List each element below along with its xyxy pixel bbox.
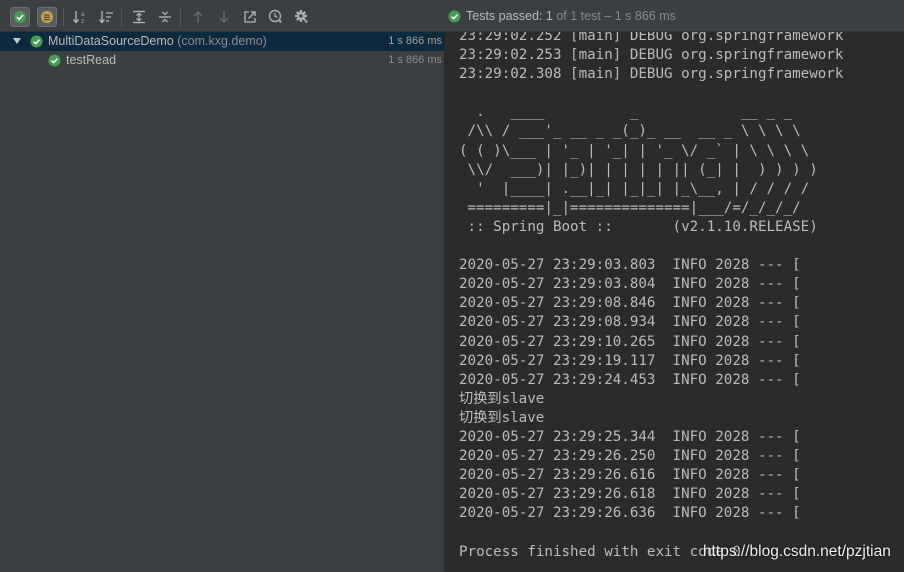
tests-passed-summary: Tests passed: 1 of 1 test – 1 s 866 ms	[466, 9, 676, 23]
console-line: 2020-05-27 23:29:08.934 INFO 2028 --- [	[459, 314, 801, 331]
console-line: \\/ ___)| |_)| | | | | || (_| | ) ) ) )	[459, 161, 818, 178]
test-class-duration: 1 s 866 ms	[388, 35, 442, 47]
status-suffix: of 1 test – 1 s 866 ms	[556, 9, 676, 23]
collapse-all-button[interactable]	[155, 7, 175, 27]
console-output[interactable]: 23:29:02.252 [main] DEBUG org.springfram…	[445, 32, 904, 572]
test-class-label: MultiDataSourceDemo (com.kxg.demo)	[48, 34, 267, 48]
next-failed-test-icon	[219, 11, 229, 23]
sort-alphabetically-icon: a z	[72, 11, 85, 24]
passed-check-icon	[448, 10, 461, 23]
test-class-package: (com.kxg.demo)	[177, 34, 267, 48]
show-passed-button[interactable]	[10, 7, 30, 27]
settings-button[interactable]	[292, 7, 312, 27]
console-line: 2020-05-27 23:29:25.344 INFO 2028 --- [	[459, 428, 801, 445]
console-line: 2020-05-27 23:29:10.265 INFO 2028 --- [	[459, 333, 801, 350]
show-ignored-button[interactable]	[37, 7, 57, 27]
import-tests-icon	[244, 11, 256, 23]
test-passed-icon	[48, 54, 61, 67]
sort-by-duration-button[interactable]	[96, 7, 116, 27]
console-line: 切换到slave	[459, 390, 545, 407]
previous-failed-test-button[interactable]	[188, 7, 208, 27]
tree-row-test[interactable]: testRead 1 s 866 ms	[0, 51, 445, 70]
console-line: 2020-05-27 23:29:24.453 INFO 2028 --- [	[459, 371, 801, 388]
console-line: 2020-05-27 23:29:26.616 INFO 2028 --- [	[459, 467, 801, 484]
console-line: =========|_|==============|___/=/_/_/_/	[459, 199, 801, 216]
console-line: 23:29:02.252 [main] DEBUG org.springfram…	[459, 32, 844, 44]
test-method-name: testRead	[66, 53, 117, 67]
console-line: 2020-05-27 23:29:26.618 INFO 2028 --- [	[459, 486, 801, 503]
test-runner-toolbar: a z	[0, 0, 445, 32]
console-line: 23:29:02.253 [main] DEBUG org.springfram…	[459, 47, 844, 64]
console-line: 2020-05-27 23:29:26.636 INFO 2028 --- [	[459, 505, 801, 522]
console-line: . ____ _ __ _ _	[459, 104, 793, 121]
test-class-name: MultiDataSourceDemo	[48, 34, 174, 48]
status-count: 1	[545, 9, 553, 23]
console-line: :: Spring Boot :: (v2.1.10.RELEASE)	[459, 218, 818, 235]
show-ignored-icon	[41, 11, 53, 23]
expand-all-button[interactable]	[129, 7, 149, 27]
svg-text:a: a	[81, 11, 85, 18]
test-method-duration: 1 s 866 ms	[388, 54, 442, 66]
console-line: 2020-05-27 23:29:19.117 INFO 2028 --- [	[459, 352, 801, 369]
sort-alphabetically-button[interactable]: a z	[70, 7, 90, 27]
collapse-all-icon	[159, 11, 171, 23]
test-history-icon	[268, 9, 282, 24]
console-line: /\\ / ___'_ __ _ _(_)_ __ __ _ \ \ \ \	[459, 123, 801, 140]
show-passed-icon	[14, 11, 26, 23]
console-line: 2020-05-27 23:29:26.250 INFO 2028 --- [	[459, 448, 801, 465]
test-passed-icon	[30, 35, 43, 48]
console-line: 2020-05-27 23:29:08.846 INFO 2028 --- [	[459, 295, 801, 312]
console-lines: 23:29:02.252 [main] DEBUG org.springfram…	[459, 32, 843, 562]
test-history-button[interactable]	[266, 7, 286, 27]
test-results-tree: MultiDataSourceDemo (com.kxg.demo) 1 s 8…	[0, 32, 445, 572]
expand-all-icon	[133, 10, 145, 24]
settings-gear-icon	[295, 10, 308, 24]
console-line: ' |____| .__|_| |_|_| |_\__, | / / / /	[459, 180, 810, 197]
status-prefix: Tests passed:	[466, 9, 543, 23]
watermark: https://blog.csdn.net/pzjtian	[703, 543, 891, 560]
import-tests-button[interactable]	[240, 7, 260, 27]
next-failed-test-button[interactable]	[214, 7, 234, 27]
svg-text:z: z	[81, 18, 84, 24]
console-line: 2020-05-27 23:29:03.803 INFO 2028 --- [	[459, 257, 801, 274]
expand-arrow-icon[interactable]	[12, 36, 22, 46]
previous-failed-test-icon	[193, 11, 203, 23]
test-status-header: Tests passed: 1 of 1 test – 1 s 866 ms	[445, 0, 904, 32]
sort-by-duration-icon	[98, 11, 113, 24]
console-line: ( ( )\___ | '_ | '_| | '_ \/ _` | \ \ \ …	[459, 142, 810, 159]
tree-row-root[interactable]: MultiDataSourceDemo (com.kxg.demo) 1 s 8…	[0, 32, 445, 51]
console-line: 2020-05-27 23:29:03.804 INFO 2028 --- [	[459, 276, 801, 293]
console-line: 23:29:02.308 [main] DEBUG org.springfram…	[459, 66, 844, 83]
console-line: 切换到slave	[459, 409, 545, 426]
